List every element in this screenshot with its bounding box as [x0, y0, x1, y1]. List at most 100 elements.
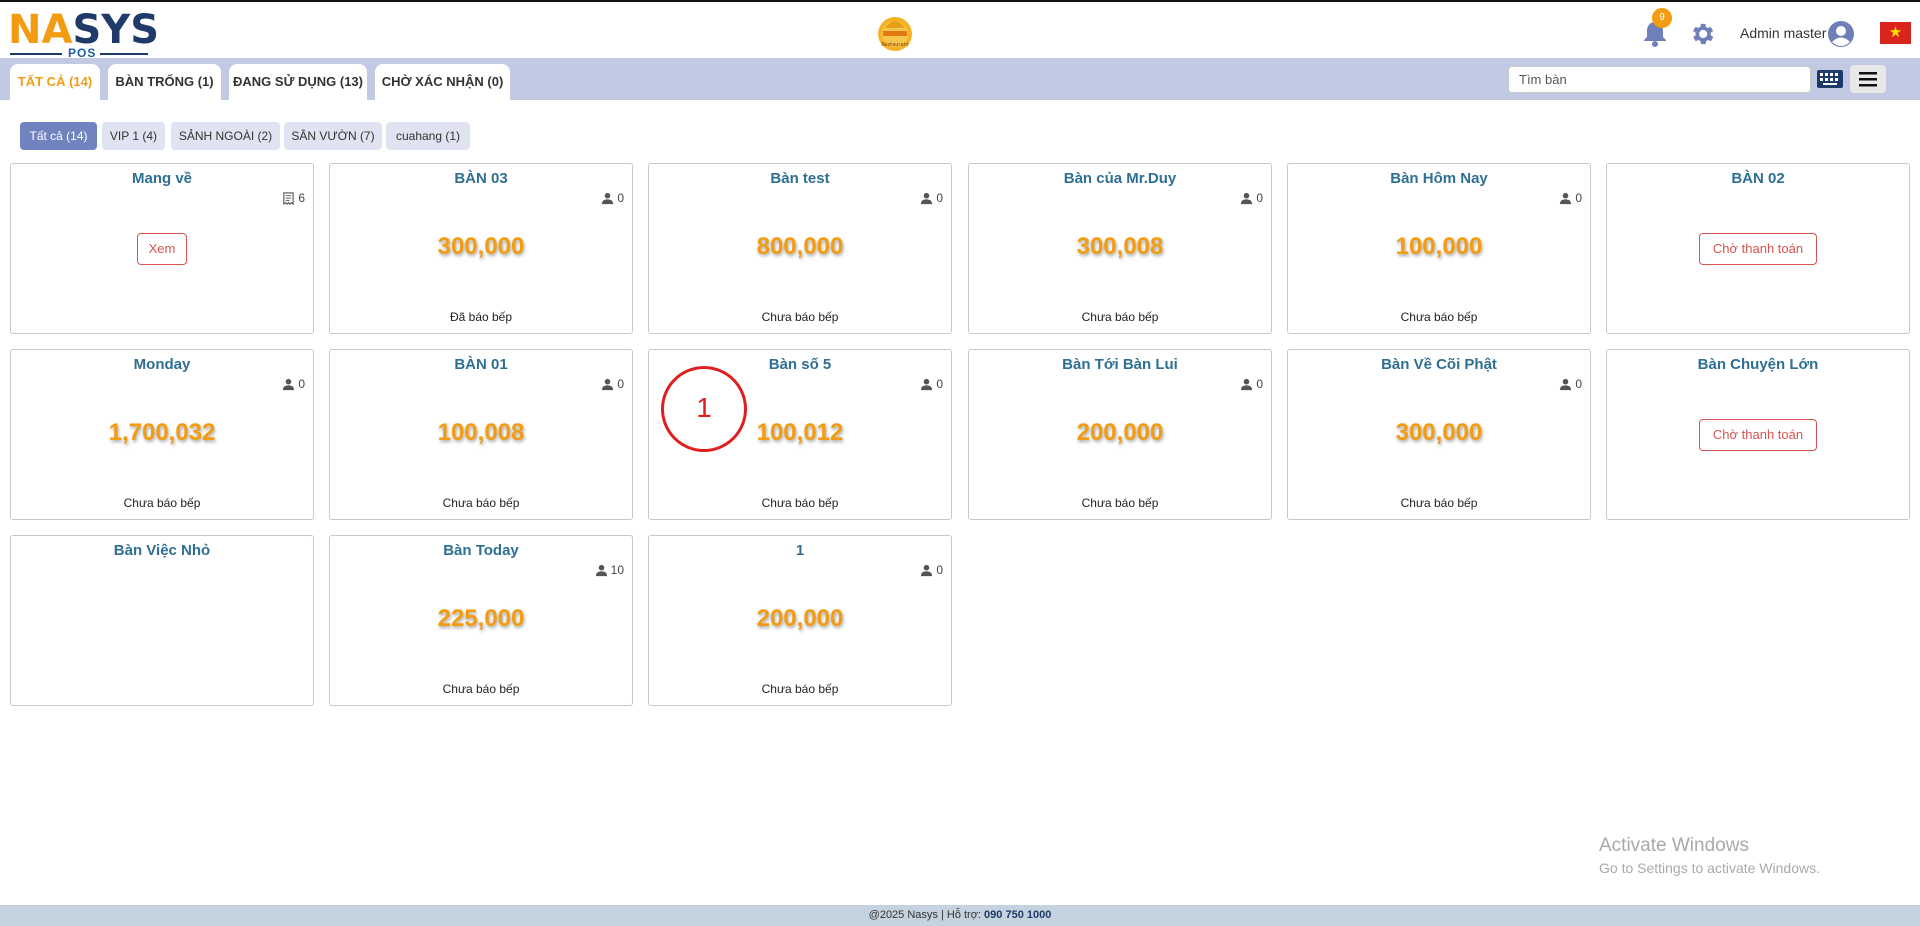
guest-count: 0 [601, 377, 624, 391]
table-card[interactable]: BÀN 01 0 100,008 Chưa báo bếp [329, 349, 633, 520]
kitchen-status: Chưa báo bếp [761, 682, 839, 696]
guest-count: 0 [920, 563, 943, 577]
person-icon [1241, 192, 1253, 204]
table-card[interactable]: Mang về 6 Xem [10, 163, 314, 334]
table-card[interactable]: Bàn của Mr.Duy 0 300,008 Chưa báo bếp [968, 163, 1272, 334]
kitchen-status: Chưa báo bếp [761, 310, 839, 324]
table-card[interactable]: 1 0 200,000 Chưa báo bếp [648, 535, 952, 706]
table-card[interactable]: BÀN 03 0 300,000 Đã báo bếp [329, 163, 633, 334]
guest-count: 0 [920, 377, 943, 391]
table-card[interactable]: Bàn Tới Bàn Lui 0 200,000 Chưa báo bếp [968, 349, 1272, 520]
guest-count: 0 [920, 191, 943, 205]
gear-icon[interactable] [1688, 20, 1716, 48]
table-name: Bàn của Mr.Duy [1063, 170, 1177, 187]
table-amount: 100,008 [437, 419, 525, 446]
footer-text: @2025 Nasys | Hỗ trợ: [868, 909, 985, 921]
person-icon [921, 564, 933, 576]
tab-in-use[interactable]: ĐANG SỬ DỤNG (13) [229, 64, 367, 100]
table-amount: 200,000 [1076, 419, 1164, 446]
center-logo-text: Restaurant [881, 42, 908, 48]
order-count-value: 6 [298, 191, 305, 205]
table-name: Bàn Hôm Nay [1390, 170, 1488, 187]
table-card[interactable]: Bàn Hôm Nay 0 100,000 Chưa báo bếp [1287, 163, 1591, 334]
view-button[interactable]: Xem [137, 233, 187, 265]
table-card[interactable]: Bàn Về Cõi Phật 0 300,000 Chưa báo bếp [1287, 349, 1591, 520]
menu-button[interactable] [1850, 65, 1886, 93]
order-count: 6 [282, 191, 305, 205]
kitchen-status: Chưa báo bếp [1400, 310, 1478, 324]
status-tab-bar: TẤT CẢ (14) BÀN TRỐNG (1) ĐANG SỬ DỤNG (… [0, 58, 1920, 100]
tab-empty-tables[interactable]: BÀN TRỐNG (1) [108, 64, 221, 100]
table-name: 1 [795, 542, 805, 559]
guest-count-value: 0 [1256, 377, 1263, 391]
hamburger-menu-icon [1859, 72, 1877, 87]
activation-watermark-subtitle: Go to Settings to activate Windows. [1599, 860, 1820, 876]
table-card[interactable]: Bàn test 0 800,000 Chưa báo bếp [648, 163, 952, 334]
guest-count-value: 0 [936, 563, 943, 577]
page-footer: @2025 Nasys | Hỗ trợ: 090 750 1000 [0, 905, 1920, 926]
kitchen-status: Chưa báo bếp [1400, 496, 1478, 510]
kitchen-status: Chưa báo bếp [1081, 310, 1159, 324]
activation-watermark-title: Activate Windows [1599, 835, 1749, 856]
table-amount: 100,000 [1395, 233, 1483, 260]
filter-chip-vip1[interactable]: VIP 1 (4) [102, 122, 165, 150]
guest-count: 0 [1240, 191, 1263, 205]
kitchen-status: Chưa báo bếp [442, 682, 520, 696]
person-icon [1560, 378, 1572, 390]
language-flag-icon[interactable]: ★ [1880, 22, 1911, 44]
person-icon [602, 378, 614, 390]
table-name: Bàn Today [443, 542, 519, 559]
table-name: Bàn Chuyện Lớn [1697, 356, 1819, 373]
support-phone: 090 750 1000 [984, 909, 1052, 921]
tab-pending-confirm[interactable]: CHỜ XÁC NHẬN (0) [375, 64, 510, 100]
filter-chip-all[interactable]: Tất cả (14) [20, 122, 97, 150]
kitchen-status: Đã báo bếp [449, 310, 513, 324]
table-name: BÀN 02 [1731, 170, 1785, 187]
logo-line-right [100, 53, 148, 55]
table-card[interactable]: Bàn Việc Nhỏ [10, 535, 314, 706]
person-icon [921, 378, 933, 390]
table-name: Bàn Về Cõi Phật [1381, 356, 1497, 373]
filter-chip-cuahang[interactable]: cuahang (1) [386, 122, 470, 150]
keyboard-icon[interactable] [1816, 67, 1844, 91]
table-card[interactable]: Bàn Chuyện Lớn Chờ thanh toán [1606, 349, 1910, 520]
user-avatar-icon[interactable] [1827, 20, 1855, 48]
person-icon [1241, 378, 1253, 390]
table-name: BÀN 01 [454, 356, 508, 373]
table-card[interactable]: Bàn Today 10 225,000 Chưa báo bếp [329, 535, 633, 706]
kitchen-status: Chưa báo bếp [761, 496, 839, 510]
logo-wordmark: NASYS [8, 7, 160, 53]
person-icon [921, 192, 933, 204]
person-icon [1560, 192, 1572, 204]
tab-all[interactable]: TẤT CẢ (14) [10, 64, 100, 100]
table-name: BÀN 03 [454, 170, 508, 187]
nasys-logo[interactable]: NASYS POS [8, 10, 159, 60]
restaurant-logo: Restaurant [878, 17, 912, 51]
kitchen-status: Chưa báo bếp [123, 496, 201, 510]
guest-count: 0 [282, 377, 305, 391]
table-card[interactable]: BÀN 02 Chờ thanh toán [1606, 163, 1910, 334]
table-name: Bàn test [770, 170, 830, 187]
search-table-input[interactable] [1508, 66, 1811, 93]
table-amount: 300,008 [1076, 233, 1164, 260]
logo-line-left [10, 53, 62, 55]
guest-count: 0 [601, 191, 624, 205]
table-card[interactable]: Monday 0 1,700,032 Chưa báo bếp [10, 349, 314, 520]
notification-badge: 9 [1652, 8, 1672, 28]
awaiting-payment-button[interactable]: Chờ thanh toán [1699, 419, 1817, 451]
guest-count: 0 [1559, 191, 1582, 205]
guest-count-value: 0 [298, 377, 305, 391]
table-amount: 200,000 [756, 605, 844, 632]
awaiting-payment-button[interactable]: Chờ thanh toán [1699, 233, 1817, 265]
guest-count-value: 0 [936, 377, 943, 391]
filter-chip-sanh-ngoai[interactable]: SẢNH NGOÀI (2) [171, 122, 280, 150]
guest-count-value: 0 [617, 377, 624, 391]
table-name: Monday [133, 356, 191, 373]
table-amount: 225,000 [437, 605, 525, 632]
receipt-icon [283, 191, 295, 205]
user-name[interactable]: Admin master [1740, 25, 1826, 41]
person-icon [283, 378, 295, 390]
filter-chip-san-vuon[interactable]: SÂN VƯỜN (7) [284, 122, 382, 150]
app-header: NASYS POS Restaurant 9 Admin master ★ [0, 0, 1920, 60]
table-amount: 1,700,032 [108, 419, 216, 446]
